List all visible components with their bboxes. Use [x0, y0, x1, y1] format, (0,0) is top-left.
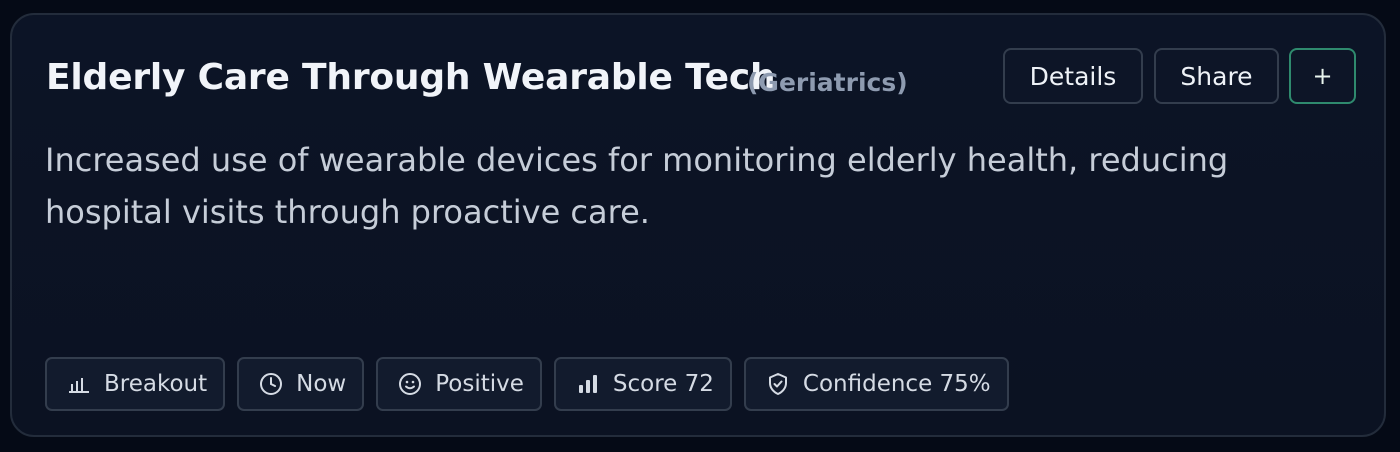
bar-chart-icon — [67, 372, 91, 396]
details-button[interactable]: Details — [1003, 48, 1143, 104]
clock-icon — [259, 372, 283, 396]
signal-bars-icon — [576, 372, 600, 396]
chip-score: Score 72 — [553, 357, 732, 411]
chip-row: Breakout Now Positive Score 72 Confidenc… — [45, 357, 1009, 411]
category-label: (Geriatrics) — [747, 68, 908, 97]
chip-label: Positive — [435, 371, 524, 397]
card-title: Elderly Care Through Wearable Tech — [46, 57, 776, 98]
trend-card: Elderly Care Through Wearable Tech (Geri… — [10, 13, 1386, 437]
share-button[interactable]: Share — [1154, 48, 1279, 104]
chip-label: Breakout — [104, 371, 208, 397]
smiley-icon — [398, 372, 422, 396]
chip-label: Confidence 75% — [802, 371, 991, 397]
shield-check-icon — [766, 372, 790, 396]
chip-confidence: Confidence 75% — [743, 357, 1009, 411]
chip-breakout: Breakout — [45, 357, 226, 411]
chip-sentiment: Positive — [376, 357, 542, 411]
chip-label: Score 72 — [612, 371, 714, 397]
card-summary: Increased use of wearable devices for mo… — [45, 141, 1229, 231]
chip-label: Now — [296, 371, 347, 397]
add-button[interactable]: + — [1289, 48, 1356, 104]
chip-timing: Now — [237, 357, 365, 411]
